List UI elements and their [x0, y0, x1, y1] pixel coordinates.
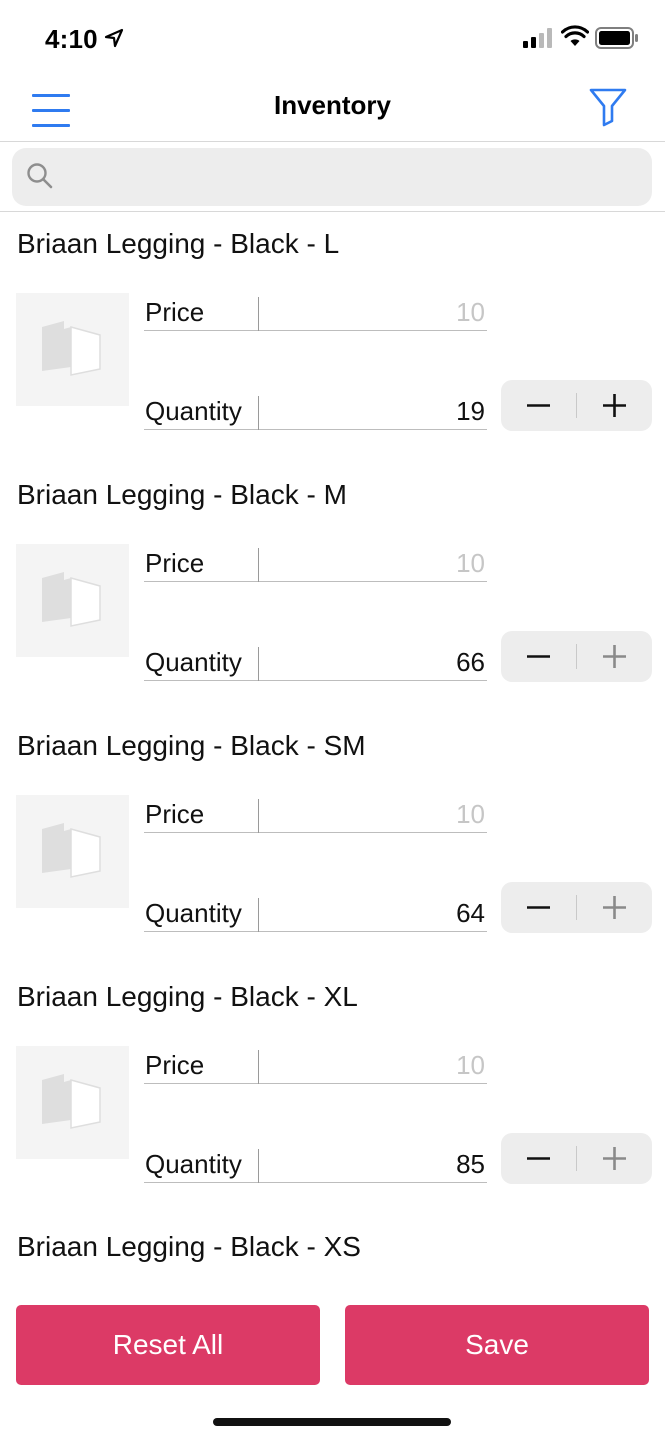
status-time: 4:10: [45, 24, 98, 54]
item-title: Briaan Legging - Black - XL: [17, 981, 358, 1012]
quantity-stepper: [501, 380, 652, 431]
search-bar: [12, 148, 652, 206]
price-field: Price 10: [144, 548, 487, 582]
price-value[interactable]: 10: [456, 548, 485, 579]
battery-icon: [595, 27, 638, 49]
increment-button[interactable]: [577, 1133, 652, 1184]
item-thumbnail: [16, 544, 129, 657]
quantity-stepper: [501, 631, 652, 682]
price-value[interactable]: 10: [456, 799, 485, 830]
quantity-value[interactable]: 66: [456, 647, 485, 678]
quantity-label: Quantity: [145, 1149, 242, 1179]
decrement-button[interactable]: [501, 882, 576, 933]
minus-icon: [527, 404, 550, 407]
increment-button[interactable]: [577, 631, 652, 682]
field-separator: [258, 799, 259, 833]
price-field: Price 10: [144, 1050, 487, 1084]
field-separator: [258, 548, 259, 582]
page-title: Inventory: [273, 90, 392, 120]
image-placeholder-icon: [42, 321, 101, 376]
save-button[interactable]: Save: [345, 1305, 649, 1385]
quantity-value[interactable]: 19: [456, 396, 485, 427]
field-separator: [258, 297, 259, 331]
decrement-button[interactable]: [501, 1133, 576, 1184]
field-separator: [258, 898, 259, 932]
image-placeholder-icon: [42, 1074, 101, 1129]
price-value[interactable]: 10: [456, 1050, 485, 1081]
price-label: Price: [145, 799, 205, 829]
divider: [0, 211, 665, 212]
price-label: Price: [145, 548, 205, 578]
item-thumbnail: [16, 795, 129, 908]
quantity-field: Quantity 66: [144, 647, 487, 681]
plus-icon: [603, 896, 626, 919]
quantity-value[interactable]: 64: [456, 898, 485, 929]
increment-button[interactable]: [577, 882, 652, 933]
status-bar: 4:10: [0, 0, 665, 80]
item-title: Briaan Legging - Black - SM: [17, 730, 366, 761]
image-placeholder-icon: [42, 572, 101, 627]
decrement-button[interactable]: [501, 631, 576, 682]
filter-icon[interactable]: [588, 83, 628, 127]
field-separator: [258, 1149, 259, 1183]
quantity-field: Quantity 85: [144, 1149, 487, 1183]
image-placeholder-icon: [42, 823, 101, 878]
home-indicator: [213, 1418, 451, 1426]
item-title: Briaan Legging - Black - M: [17, 479, 347, 510]
price-label: Price: [145, 1050, 205, 1080]
minus-icon: [527, 906, 550, 909]
quantity-field: Quantity 64: [144, 898, 487, 932]
decrement-button[interactable]: [501, 380, 576, 431]
field-separator: [258, 647, 259, 681]
quantity-field: Quantity 19: [144, 396, 487, 430]
reset-all-button[interactable]: Reset All: [16, 1305, 320, 1385]
increment-button[interactable]: [577, 380, 652, 431]
item-thumbnail: [16, 293, 129, 406]
quantity-label: Quantity: [145, 396, 242, 426]
price-field: Price 10: [144, 799, 487, 833]
cellular-signal-icon: [523, 28, 552, 48]
price-value[interactable]: 10: [456, 297, 485, 328]
quantity-value[interactable]: 85: [456, 1149, 485, 1180]
quantity-stepper: [501, 1133, 652, 1184]
quantity-label: Quantity: [145, 647, 242, 677]
search-input[interactable]: [64, 148, 644, 206]
field-separator: [258, 396, 259, 430]
plus-icon: [603, 394, 626, 417]
plus-icon: [603, 1147, 626, 1170]
field-separator: [258, 1050, 259, 1084]
navigation-bar: Inventory: [0, 80, 665, 142]
quantity-label: Quantity: [145, 898, 242, 928]
item-title: Briaan Legging - Black - L: [17, 228, 340, 259]
item-thumbnail: [16, 1046, 129, 1159]
search-icon: [27, 163, 53, 189]
quantity-stepper: [501, 882, 652, 933]
location-arrow-icon: [104, 28, 124, 48]
wifi-icon: [561, 25, 589, 46]
price-label: Price: [145, 297, 205, 327]
minus-icon: [527, 1157, 550, 1160]
price-field: Price 10: [144, 297, 487, 331]
minus-icon: [527, 655, 550, 658]
item-title: Briaan Legging - Black - XS: [17, 1231, 361, 1262]
plus-icon: [603, 645, 626, 668]
